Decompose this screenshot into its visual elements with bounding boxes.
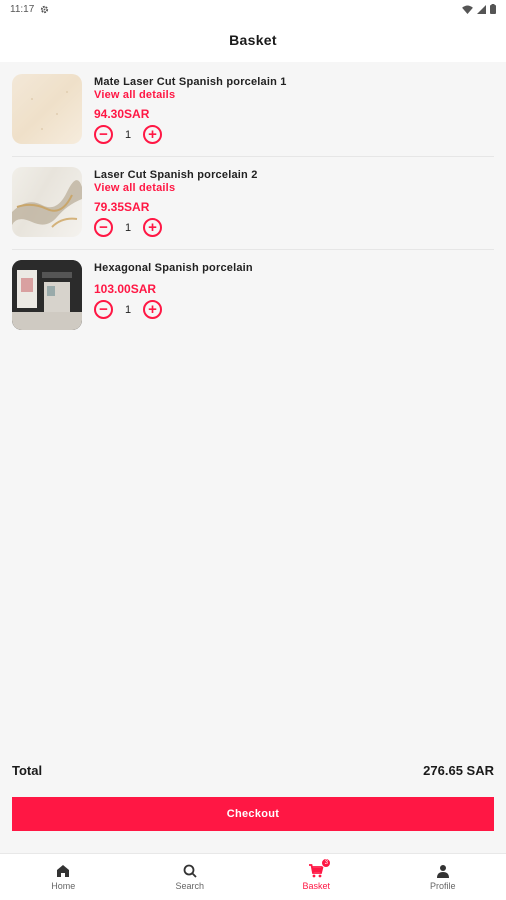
checkout-button[interactable]: Checkout	[12, 797, 494, 831]
basket-item[interactable]: Hexagonal Spanish porcelain 103.00SAR − …	[12, 254, 494, 342]
nav-label: Profile	[429, 881, 456, 891]
app-bar: Basket	[0, 18, 506, 62]
quantity-value: 1	[124, 221, 132, 234]
basket-item[interactable]: Mate Laser Cut Spanish porcelain 1 View …	[12, 68, 494, 157]
nav-search[interactable]: Search	[150, 863, 230, 891]
quantity-value: 1	[124, 128, 132, 141]
product-price: 94.30SAR	[94, 107, 150, 121]
increase-quantity-button[interactable]: +	[143, 218, 162, 237]
product-price: 103.00SAR	[94, 282, 157, 296]
total-value: 276.65 SAR	[423, 763, 494, 778]
product-name[interactable]: Mate Laser Cut Spanish porcelain 1	[94, 76, 287, 88]
nav-label: Basket	[302, 881, 330, 891]
product-thumbnail[interactable]	[12, 167, 82, 237]
quantity-stepper: − 1 +	[94, 300, 253, 319]
wifi-icon	[462, 4, 473, 14]
product-price: 79.35SAR	[94, 200, 150, 214]
total-row: Total 276.65 SAR	[12, 763, 494, 778]
search-icon	[183, 864, 197, 878]
bottom-navigation: Home Search 3 Basket Profile	[0, 853, 506, 900]
nav-label: Home	[51, 881, 76, 891]
page-title: Basket	[229, 32, 277, 48]
increase-quantity-button[interactable]: +	[143, 125, 162, 144]
porcelain-tile-image	[31, 91, 68, 130]
nav-home[interactable]: Home	[23, 863, 103, 891]
status-time: 11:17	[10, 3, 35, 15]
decrease-quantity-button[interactable]: −	[94, 125, 113, 144]
status-bar: 11:17	[0, 0, 506, 18]
view-details-link[interactable]: View all details	[94, 89, 287, 101]
increase-quantity-button[interactable]: +	[143, 300, 162, 319]
battery-icon	[490, 4, 496, 14]
quantity-stepper: − 1 +	[94, 218, 258, 237]
settings-gear-icon	[41, 5, 49, 13]
marble-tile-image	[12, 180, 82, 228]
quantity-stepper: − 1 +	[94, 125, 287, 144]
product-thumbnail[interactable]	[12, 74, 82, 144]
product-name[interactable]: Laser Cut Spanish porcelain 2	[94, 169, 258, 181]
nav-label: Search	[175, 881, 205, 891]
nav-profile[interactable]: Profile	[403, 863, 483, 891]
quantity-value: 1	[124, 303, 132, 316]
home-icon	[57, 865, 70, 877]
nav-basket[interactable]: 3 Basket	[276, 858, 356, 891]
product-thumbnail[interactable]	[12, 260, 82, 330]
signal-icon	[477, 4, 486, 14]
bathroom-interior-image	[12, 260, 82, 330]
view-details-link[interactable]: View all details	[94, 182, 258, 194]
decrease-quantity-button[interactable]: −	[94, 218, 113, 237]
total-label: Total	[12, 763, 43, 778]
basket-item[interactable]: Laser Cut Spanish porcelain 2 View all d…	[12, 161, 494, 250]
product-name[interactable]: Hexagonal Spanish porcelain	[94, 262, 253, 274]
decrease-quantity-button[interactable]: −	[94, 300, 113, 319]
basket-list: Mate Laser Cut Spanish porcelain 1 View …	[0, 62, 506, 342]
person-icon	[436, 865, 449, 878]
cart-count-badge: 3	[321, 858, 332, 868]
